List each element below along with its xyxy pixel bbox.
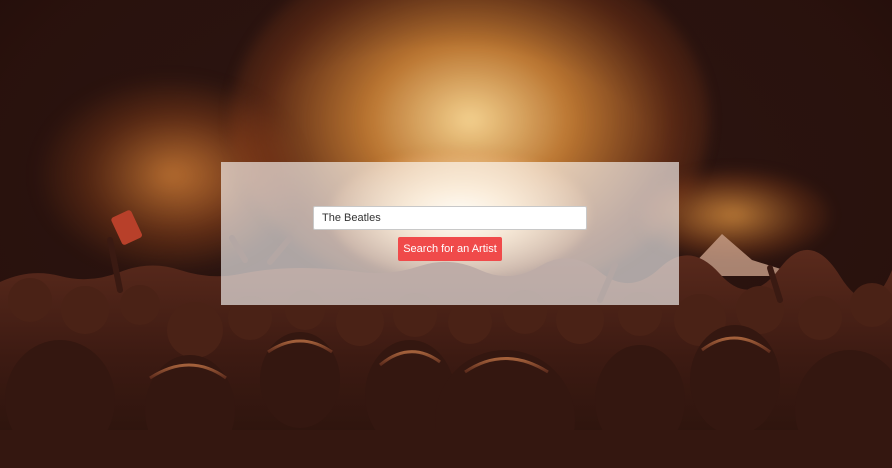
search-panel: Search for an Artist — [221, 162, 679, 305]
raised-object — [111, 210, 142, 245]
search-artist-button[interactable]: Search for an Artist — [398, 237, 502, 261]
artist-search-input[interactable] — [313, 206, 587, 230]
